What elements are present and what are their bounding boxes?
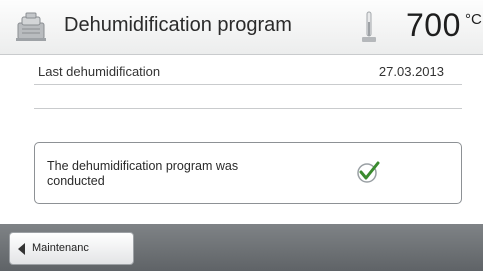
temperature-value: 700 (406, 7, 461, 43)
empty-row (34, 84, 462, 109)
bottom-toolbar: Maintenanc (0, 224, 483, 271)
header-bar: Dehumidification program 700 °C (0, 0, 483, 55)
row-label: Last dehumidification (38, 64, 161, 79)
screen: Dehumidification program 700 °C Last deh… (0, 0, 483, 271)
checkmark-icon (357, 161, 380, 183)
page-title: Dehumidification program (64, 14, 292, 36)
temperature-unit: °C (465, 11, 482, 28)
thermometer-icon (362, 11, 376, 42)
status-message-box: The dehumidification program was conduct… (34, 142, 462, 204)
last-dehumidification-row: Last dehumidification 27.03.2013 (34, 60, 462, 85)
row-value: 27.03.2013 (378, 64, 444, 79)
arrow-left-icon (18, 243, 25, 255)
back-maintenance-button[interactable]: Maintenanc (9, 232, 134, 265)
status-message: The dehumidification program was conduct… (47, 159, 239, 188)
back-button-label: Maintenanc (32, 242, 89, 254)
furnace-icon (16, 12, 46, 41)
